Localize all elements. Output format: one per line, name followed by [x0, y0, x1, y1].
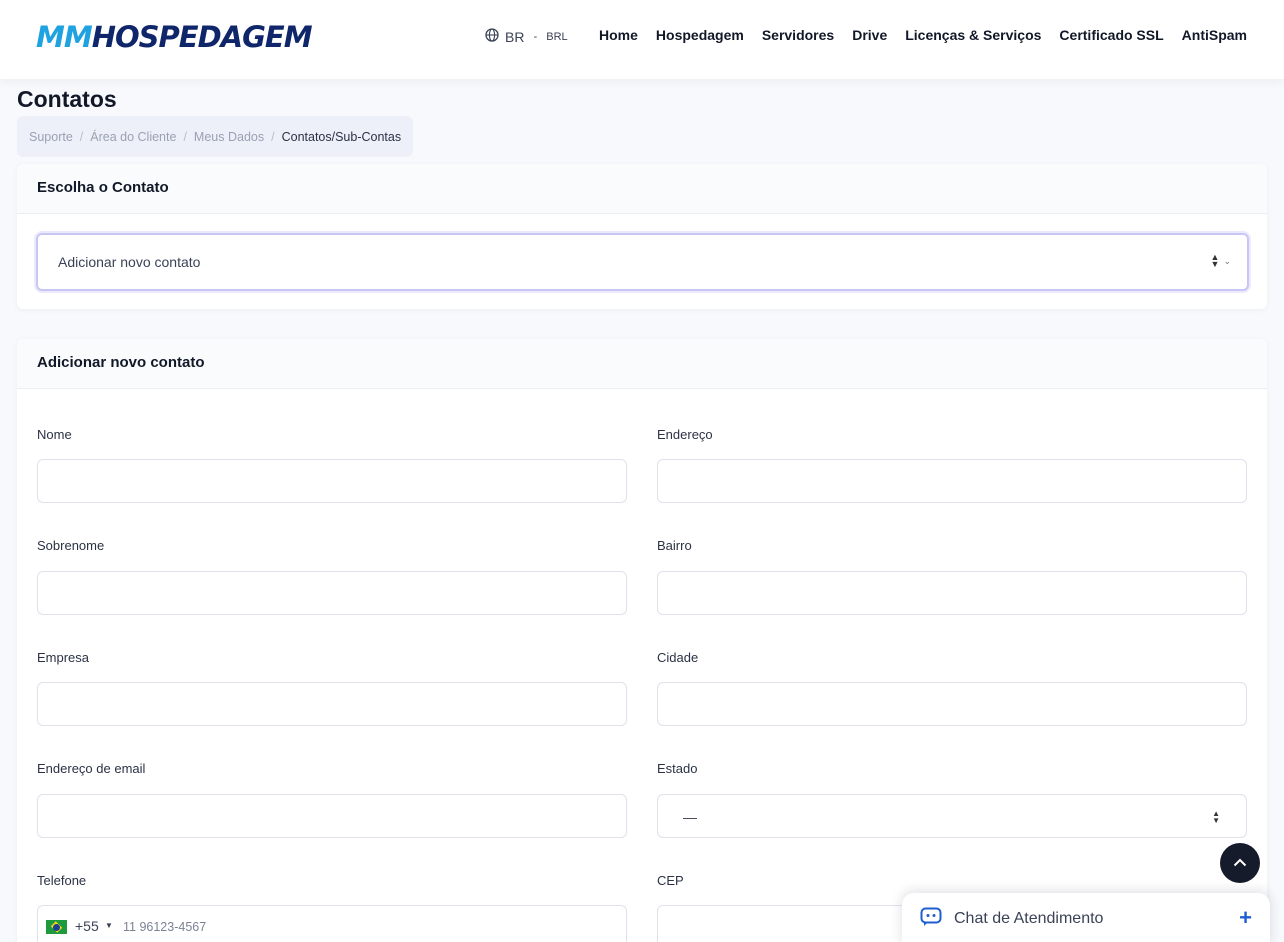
email-input[interactable] — [37, 794, 627, 838]
select-arrows-icon: ▲ ▼ ⌄ — [1210, 252, 1231, 269]
select-arrows-icon: ▲ ▼ — [1212, 809, 1220, 825]
breadcrumb-suporte[interactable]: Suporte — [29, 130, 73, 144]
nav-hospedagem[interactable]: Hospedagem — [656, 27, 744, 43]
scroll-to-top-button[interactable] — [1220, 843, 1260, 883]
nav-servidores[interactable]: Servidores — [762, 27, 834, 43]
breadcrumb-separator: / — [183, 129, 187, 144]
main-nav: Home Hospedagem Servidores Drive Licença… — [599, 27, 1247, 43]
label-endereco: Endereço — [657, 427, 713, 442]
plus-icon[interactable]: + — [1239, 905, 1252, 931]
language-code: BR — [505, 28, 525, 45]
logo-text-hospedagem: HOSPEDAGEM — [91, 20, 313, 54]
estado-select[interactable]: — ▲ ▼ — [657, 794, 1247, 838]
globe-icon — [485, 28, 499, 45]
language-currency-selector[interactable]: BR - BRL — [485, 28, 568, 45]
cidade-input[interactable] — [657, 682, 1247, 726]
phone-placeholder: 11 96123-4567 — [123, 920, 207, 934]
telefone-input[interactable]: +55 ▼ 11 96123-4567 — [37, 905, 627, 942]
brazil-flag-icon[interactable] — [46, 920, 67, 934]
empresa-input[interactable] — [37, 682, 627, 726]
nav-drive[interactable]: Drive — [852, 27, 887, 43]
new-contact-card: Adicionar novo contato Nome Sobrenome Em… — [17, 339, 1267, 942]
label-sobrenome: Sobrenome — [37, 538, 105, 553]
breadcrumb-separator: / — [271, 129, 275, 144]
breadcrumb-area-cliente[interactable]: Área do Cliente — [90, 130, 176, 144]
chat-title: Chat de Atendimento — [954, 910, 1104, 927]
page-title: Contatos — [17, 86, 117, 112]
breadcrumb-meus-dados[interactable]: Meus Dados — [194, 130, 264, 144]
nav-certificado-ssl[interactable]: Certificado SSL — [1059, 27, 1163, 43]
choose-contact-card: Escolha o Contato Adicionar novo contato… — [17, 164, 1267, 309]
contact-select-value: Adicionar novo contato — [58, 254, 201, 270]
nav-licencas-servicos[interactable]: Licenças & Serviços — [905, 27, 1041, 43]
sobrenome-input[interactable] — [37, 571, 627, 615]
label-cidade: Cidade — [657, 650, 699, 665]
new-contact-title: Adicionar novo contato — [17, 339, 1267, 389]
nav-antispam[interactable]: AntiSpam — [1182, 27, 1247, 43]
label-nome: Nome — [37, 427, 72, 442]
label-bairro: Bairro — [657, 538, 692, 553]
logo-text-mm: MM — [36, 20, 93, 54]
breadcrumb-current: Contatos/Sub-Contas — [281, 129, 402, 144]
label-estado: Estado — [657, 761, 698, 776]
brand-logo[interactable]: MM HOSPEDAGEM — [36, 20, 313, 54]
bairro-input[interactable] — [657, 571, 1247, 615]
chat-bubble-icon — [920, 907, 942, 932]
nav-home[interactable]: Home — [599, 27, 638, 43]
contact-select[interactable]: Adicionar novo contato ▲ ▼ ⌄ — [36, 233, 1249, 291]
site-header: MM HOSPEDAGEM BR - BRL Home Hospedagem S… — [0, 0, 1284, 79]
estado-value: — — [683, 809, 697, 825]
language-separator: - — [530, 30, 541, 43]
label-cep: CEP — [657, 873, 684, 888]
endereco-input[interactable] — [657, 459, 1247, 503]
chat-widget[interactable]: Chat de Atendimento + — [902, 893, 1270, 942]
choose-contact-title: Escolha o Contato — [17, 164, 1267, 214]
breadcrumb-separator: / — [79, 129, 84, 144]
label-empresa: Empresa — [37, 650, 90, 665]
chevron-up-icon — [1233, 854, 1247, 872]
label-telefone: Telefone — [37, 873, 87, 888]
label-email: Endereço de email — [37, 761, 146, 776]
breadcrumb: Suporte / Área do Cliente / Meus Dados /… — [17, 116, 414, 157]
phone-country-code[interactable]: +55 — [75, 918, 99, 934]
nome-input[interactable] — [37, 459, 627, 503]
caret-down-icon[interactable]: ▼ — [105, 921, 113, 930]
currency-code: BRL — [546, 30, 568, 43]
